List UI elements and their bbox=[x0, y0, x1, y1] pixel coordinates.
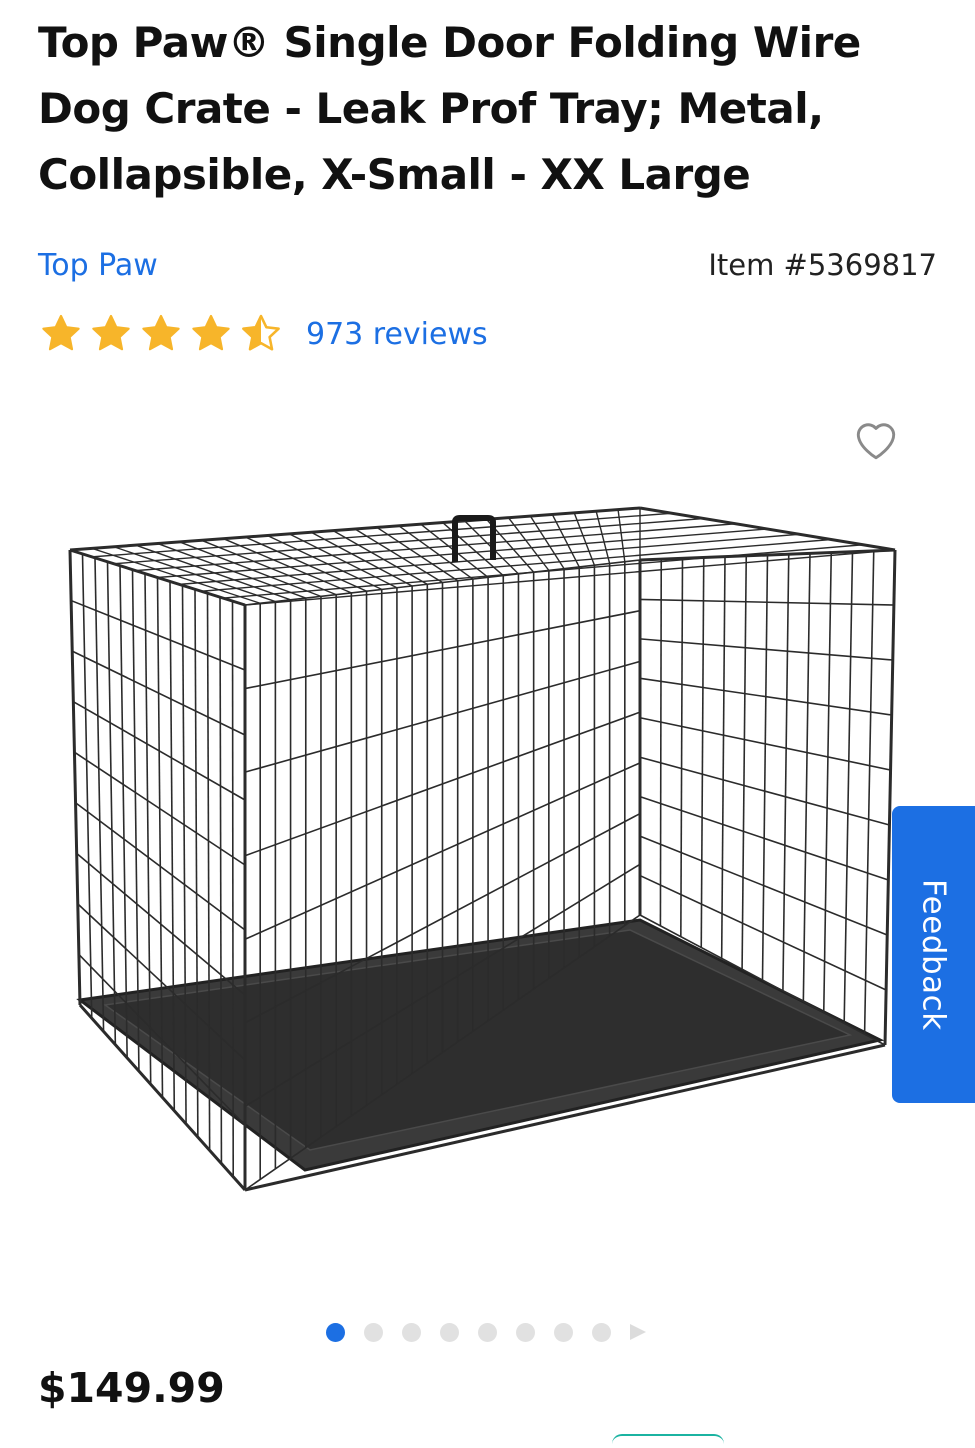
brand-link[interactable]: Top Paw bbox=[38, 248, 158, 283]
carousel-dot[interactable] bbox=[592, 1322, 611, 1342]
star-half-icon bbox=[242, 314, 280, 351]
carousel-dot[interactable] bbox=[554, 1322, 573, 1342]
product-title: Top Paw® Single Door Folding Wire Dog Cr… bbox=[38, 18, 861, 199]
favorite-button[interactable] bbox=[848, 412, 904, 464]
feedback-tab[interactable]: Feedback bbox=[892, 806, 975, 1103]
star-icon bbox=[42, 314, 80, 351]
product-image[interactable] bbox=[60, 500, 900, 1200]
carousel-dots bbox=[326, 1322, 646, 1342]
star-rating bbox=[38, 312, 284, 356]
carousel-dot[interactable] bbox=[478, 1322, 497, 1342]
partial-element bbox=[612, 1434, 724, 1448]
reviews-link[interactable]: 973 reviews bbox=[306, 317, 488, 352]
rating-row[interactable]: 973 reviews bbox=[38, 312, 488, 356]
carousel-dot[interactable] bbox=[326, 1322, 345, 1342]
star-icon bbox=[92, 314, 130, 351]
heart-outline-icon bbox=[856, 423, 896, 460]
item-number: Item #5369817 bbox=[708, 248, 937, 282]
feedback-label: Feedback bbox=[915, 878, 952, 1031]
carousel-dot[interactable] bbox=[364, 1322, 383, 1342]
star-icon bbox=[192, 314, 230, 351]
carousel-dot[interactable] bbox=[440, 1322, 459, 1342]
carousel-dot[interactable] bbox=[402, 1322, 421, 1342]
product-price: $149.99 bbox=[38, 1364, 225, 1412]
star-icon bbox=[142, 314, 180, 351]
carousel-dot[interactable] bbox=[516, 1322, 535, 1342]
chevron-right-icon[interactable] bbox=[630, 1324, 646, 1340]
